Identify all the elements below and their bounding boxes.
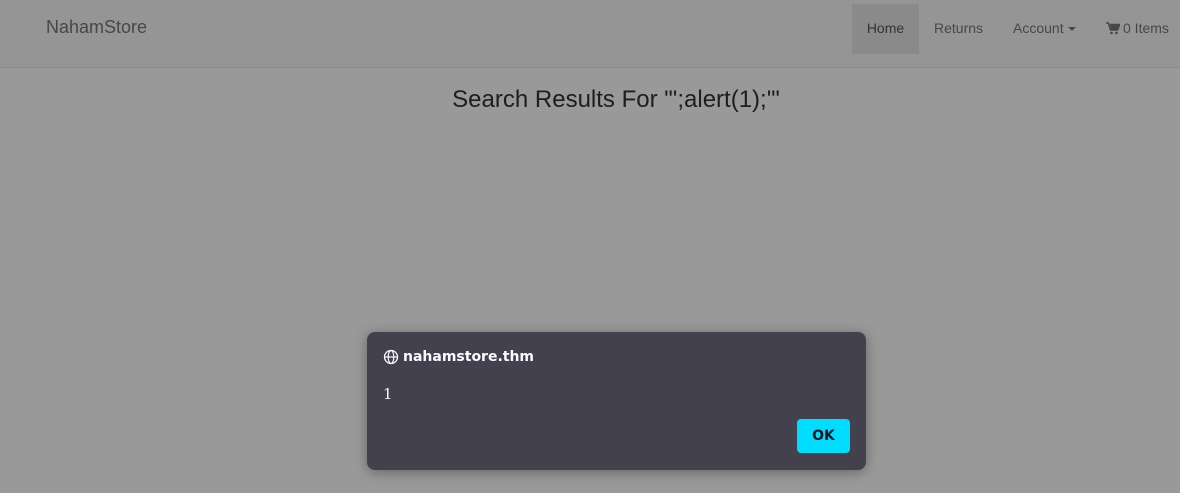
- globe-icon: [383, 349, 399, 365]
- dialog-message: 1: [383, 385, 393, 403]
- ok-button[interactable]: OK: [797, 419, 850, 453]
- dialog-header: nahamstore.thm: [383, 347, 534, 367]
- alert-dialog: nahamstore.thm 1 OK: [367, 332, 866, 470]
- dialog-origin: nahamstore.thm: [403, 349, 535, 365]
